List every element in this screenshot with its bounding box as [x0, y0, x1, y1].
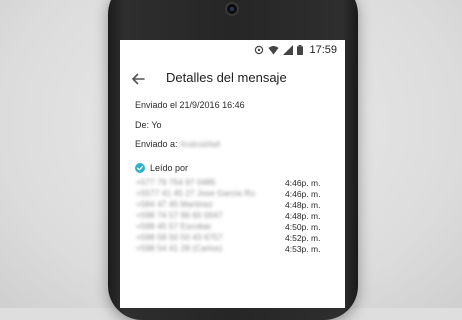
signal-icon	[283, 45, 294, 55]
read-time: 4:53p. m.	[285, 244, 321, 254]
double-check-icon	[135, 163, 145, 173]
list-item: +598 74 57 96 60 0047 4:48p. m.	[120, 211, 345, 222]
sender: De: Yo	[135, 120, 162, 130]
list-item: +577 79 754 97 0485 4:46p. m.	[120, 178, 345, 189]
wifi-icon	[268, 46, 279, 55]
list-item: +584 47 45 Martinez 4:48p. m.	[120, 200, 345, 211]
list-item: +598 45 57 Escobar 4:50p. m.	[120, 222, 345, 233]
list-item: +598 54 41 28 (Carlos) 4:53p. m.	[120, 244, 345, 255]
status-time: 17:59	[309, 44, 337, 56]
list-item: +5577 41 45 27 Jose Garcia Ru 4:46p. m.	[120, 189, 345, 200]
contact-name: +598 45 57 Escobar	[136, 222, 212, 231]
contact-name: +577 79 754 97 0485	[136, 178, 216, 187]
recipient-label: Enviado a:	[135, 139, 181, 149]
contact-name: +598 54 41 28 (Carlos)	[136, 244, 223, 253]
read-by-header: Leído por	[135, 163, 188, 173]
read-by-list: +577 79 754 97 0485 4:46p. m. +5577 41 4…	[120, 178, 345, 255]
sent-date: Enviado el 21/9/2016 16:46	[135, 100, 245, 110]
alarm-icon	[255, 45, 264, 55]
recipient-value: Android4all	[180, 140, 221, 150]
camera-lens	[230, 7, 234, 11]
contact-name: +584 47 45 Martinez	[136, 200, 213, 209]
status-bar: 17:59	[120, 40, 345, 62]
read-by-label: Leído por	[150, 163, 189, 173]
read-time: 4:48p. m.	[285, 200, 321, 210]
contact-name: +598 74 57 96 60 0047	[136, 211, 223, 220]
list-item: +598 58 50 50 43 6757 4:52p. m.	[120, 233, 345, 244]
arrow-left-icon[interactable]	[130, 71, 146, 87]
status-icons: 17:59	[254, 44, 337, 56]
contact-name: +5577 41 45 27 Jose Garcia Ru	[136, 189, 255, 198]
phone-screen: 17:59 Detalles del mensaje Enviado el 21…	[120, 40, 345, 308]
read-time: 4:46p. m.	[285, 189, 321, 199]
read-time: 4:52p. m.	[285, 233, 321, 243]
app-toolbar: Detalles del mensaje	[120, 62, 345, 98]
read-time: 4:50p. m.	[285, 222, 321, 232]
read-time: 4:48p. m.	[285, 211, 321, 221]
battery-icon	[297, 45, 304, 55]
recipient: Enviado a: Android4all	[135, 139, 220, 149]
read-time: 4:46p. m.	[285, 178, 321, 188]
page-title: Detalles del mensaje	[166, 70, 287, 85]
contact-name: +598 58 50 50 43 6757	[136, 233, 223, 242]
